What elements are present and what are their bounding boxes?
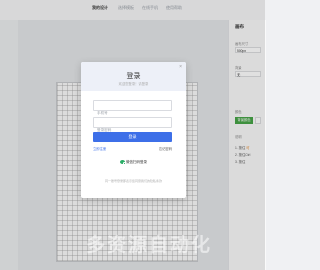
wechat-login[interactable]: 微信扫码登录 [81,160,186,165]
register-link[interactable]: 立即注册 [93,146,106,151]
watermark: 多资源自动化 [86,235,213,256]
forgot-password-link[interactable]: 忘记密码 [159,146,172,151]
login-subtitle: 欢迎您登录！请登录 [118,82,149,86]
wechat-icon [120,160,126,165]
login-dialog: × 登录 欢迎您登录！请登录 登录 立即注册 忘记密码 微信扫码登录 同一账号登… [81,62,186,198]
close-icon[interactable]: × [179,65,182,70]
login-button[interactable]: 登录 [93,132,172,142]
login-title: 登录 [126,73,141,80]
terms-text: 同一账号登录即表示您同意我们的隐私条款 [104,179,162,183]
wechat-login-label: 微信扫码登录 [126,160,147,164]
password-field[interactable] [93,117,172,135]
login-header: × 登录 欢迎您登录！请登录 [81,62,186,91]
phone-field[interactable] [93,100,172,118]
